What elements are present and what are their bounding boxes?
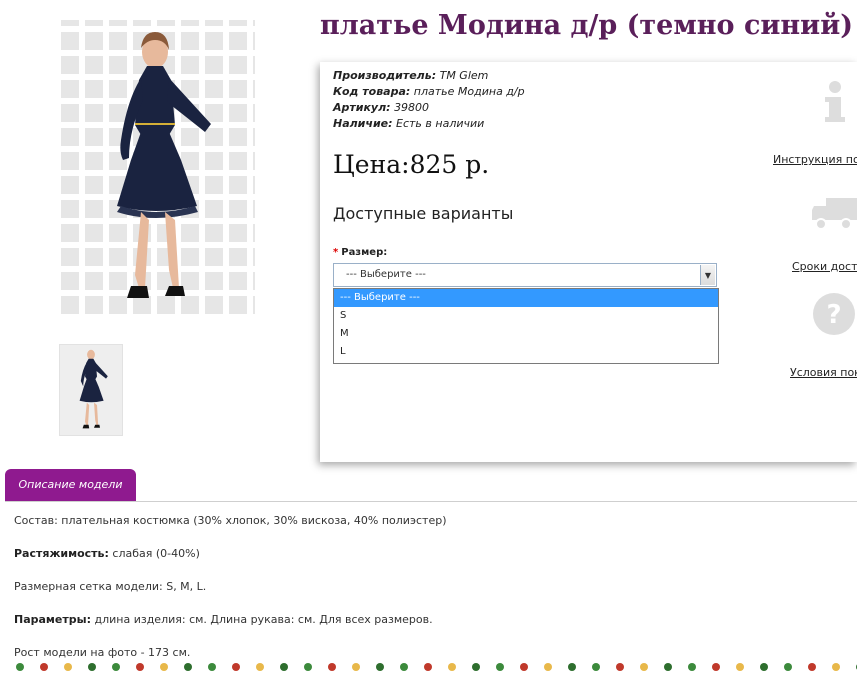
meta-product-code: Код товара: платье Модина д/р	[333, 85, 525, 98]
garland-bauble	[544, 663, 552, 671]
product-info-box: Производитель: TM Glem Код товара: плать…	[320, 62, 857, 462]
garland-bauble	[760, 663, 768, 671]
garland-bauble	[616, 663, 624, 671]
garland-bauble	[496, 663, 504, 671]
garland-bauble	[664, 663, 672, 671]
garland-bauble	[736, 663, 744, 671]
garland-bauble	[88, 663, 96, 671]
garland-bauble	[472, 663, 480, 671]
conditions-link[interactable]: Условия поку	[790, 366, 857, 379]
tab-divider	[5, 501, 857, 502]
size-select-value: --- Выберите ---	[346, 269, 426, 280]
chevron-down-icon[interactable]: ▼	[700, 265, 715, 285]
garland-bauble	[784, 663, 792, 671]
model-figure	[117, 32, 211, 298]
garland-bauble	[256, 663, 264, 671]
garland-bauble	[64, 663, 72, 671]
info-icon	[825, 81, 845, 122]
garland-decoration	[16, 663, 857, 671]
required-mark: *	[333, 247, 339, 258]
garland-bauble	[40, 663, 48, 671]
size-option-s[interactable]: S	[334, 307, 718, 325]
meta-manufacturer: Производитель: TM Glem	[333, 69, 489, 82]
size-select[interactable]: --- Выберите --- ▼	[333, 263, 717, 287]
tab-description[interactable]: Описание модели	[5, 469, 136, 501]
garland-bauble	[568, 663, 576, 671]
meta-availability: Наличие: Есть в наличии	[333, 117, 485, 130]
size-option-l[interactable]: L	[334, 343, 718, 361]
product-main-photo[interactable]	[55, 20, 255, 320]
garland-bauble	[160, 663, 168, 671]
size-label: * Размер:	[333, 247, 388, 258]
garland-bauble	[376, 663, 384, 671]
description-model-height: Рост модели на фото - 173 см.	[14, 646, 191, 659]
garland-bauble	[832, 663, 840, 671]
garland-bauble	[712, 663, 720, 671]
garland-bauble	[520, 663, 528, 671]
product-meta: Производитель: TM Glem Код товара: плать…	[333, 68, 525, 132]
garland-bauble	[328, 663, 336, 671]
garland-bauble	[352, 663, 360, 671]
garland-bauble	[688, 663, 696, 671]
garland-bauble	[640, 663, 648, 671]
garland-bauble	[16, 663, 24, 671]
garland-bauble	[208, 663, 216, 671]
description-parameters: Параметры: длина изделия: см. Длина рука…	[14, 613, 433, 626]
garland-bauble	[424, 663, 432, 671]
product-description: Состав: плательная костюмка (30% хлопок,…	[14, 513, 447, 678]
description-stretch: Растяжимость: слабая (0-40%)	[14, 547, 200, 560]
variants-title: Доступные варианты	[333, 204, 514, 223]
meta-article: Артикул: 39800	[333, 101, 430, 114]
garland-bauble	[448, 663, 456, 671]
garland-bauble	[136, 663, 144, 671]
question-icon: ?	[813, 293, 855, 335]
svg-text:?: ?	[826, 300, 841, 330]
delivery-link[interactable]: Сроки доста	[792, 260, 857, 273]
product-title: платье Модина д/р (темно синий)	[320, 10, 853, 41]
size-dropdown: --- Выберите --- S M L	[333, 288, 719, 364]
garland-bauble	[592, 663, 600, 671]
thumbnail-figure	[79, 349, 108, 429]
garland-bauble	[400, 663, 408, 671]
garland-bauble	[184, 663, 192, 671]
garland-bauble	[232, 663, 240, 671]
garland-bauble	[808, 663, 816, 671]
size-option-m[interactable]: M	[334, 325, 718, 343]
instruction-link[interactable]: Инструкция по	[773, 153, 857, 166]
garland-bauble	[304, 663, 312, 671]
garland-bauble	[112, 663, 120, 671]
size-option-placeholder[interactable]: --- Выберите ---	[334, 289, 718, 307]
description-sizes: Размерная сетка модели: S, M, L.	[14, 580, 207, 593]
truck-icon	[812, 198, 857, 230]
product-price: Цена:825 р.	[333, 150, 490, 179]
garland-bauble	[280, 663, 288, 671]
description-composition: Состав: плательная костюмка (30% хлопок,…	[14, 514, 447, 527]
product-thumbnail[interactable]	[59, 344, 123, 436]
